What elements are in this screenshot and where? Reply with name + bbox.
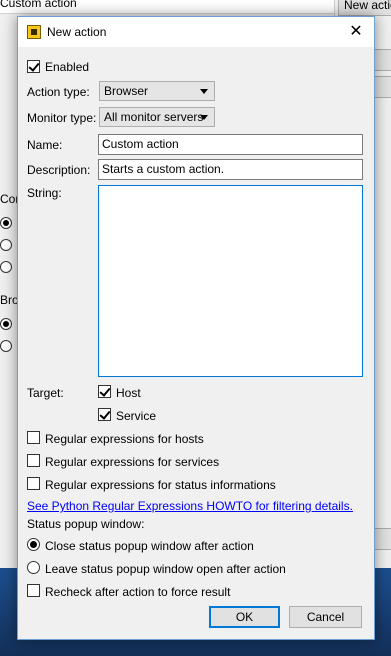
description-input[interactable]: Starts a custom action. (98, 159, 363, 180)
monitor-type-dropdown[interactable]: All monitor servers (99, 107, 215, 127)
recheck-checkbox[interactable] (27, 584, 40, 597)
chevron-down-icon (200, 115, 208, 120)
name-input[interactable]: Custom action (98, 134, 363, 155)
target-service-label: Service (116, 409, 157, 423)
monitor-type-label: Monitor type: (27, 111, 97, 125)
background-radio[interactable] (0, 217, 12, 229)
background-new-action-button[interactable]: New action (338, 0, 391, 16)
background-list-text: Custom action (0, 0, 77, 10)
description-label: Description: (27, 163, 91, 177)
action-type-label: Action type: (27, 85, 90, 99)
regex-services-label: Regular expressions for services (45, 455, 220, 469)
leave-popup-radio[interactable] (27, 561, 40, 574)
regex-hosts-label: Regular expressions for hosts (45, 432, 204, 446)
string-textarea[interactable] (98, 185, 363, 377)
target-host-label: Host (116, 386, 141, 400)
enabled-checkbox[interactable] (27, 60, 40, 73)
target-host-checkbox[interactable] (98, 385, 111, 398)
enabled-label: Enabled (45, 60, 90, 74)
ok-button[interactable]: OK (209, 606, 280, 628)
leave-popup-label: Leave status popup window open after act… (45, 562, 286, 576)
status-popup-label: Status popup window: (27, 517, 145, 531)
close-icon[interactable]: ✕ (338, 17, 374, 47)
background-radio[interactable] (0, 340, 12, 352)
regex-howto-link[interactable]: See Python Regular Expressions HOWTO for… (27, 499, 353, 513)
action-type-value: Browser (104, 84, 149, 98)
target-label: Target: (27, 386, 64, 400)
action-type-dropdown[interactable]: Browser (99, 81, 215, 101)
regex-services-checkbox[interactable] (27, 454, 40, 467)
background-list-row: Custom action (0, 0, 391, 14)
background-radio[interactable] (0, 261, 12, 273)
background-radio[interactable] (0, 239, 12, 251)
new-action-dialog: New action ✕ Enabled Action type: Browse… (17, 16, 375, 640)
chevron-down-icon (200, 89, 208, 94)
regex-status-label: Regular expressions for status informati… (45, 478, 276, 492)
name-label: Name: (27, 138, 63, 152)
cancel-button[interactable]: Cancel (289, 606, 362, 628)
dialog-titlebar[interactable]: New action ✕ (18, 17, 374, 47)
dialog-title: New action (47, 25, 107, 39)
app-icon (27, 25, 41, 39)
monitor-type-value: All monitor servers (104, 110, 204, 124)
recheck-label: Recheck after action to force result (45, 585, 231, 599)
close-popup-label: Close status popup window after action (45, 539, 254, 553)
target-service-checkbox[interactable] (98, 408, 111, 421)
close-popup-radio[interactable] (27, 538, 40, 551)
regex-hosts-checkbox[interactable] (27, 431, 40, 444)
background-radio[interactable] (0, 318, 12, 330)
string-label: String: (27, 186, 62, 200)
regex-status-checkbox[interactable] (27, 477, 40, 490)
